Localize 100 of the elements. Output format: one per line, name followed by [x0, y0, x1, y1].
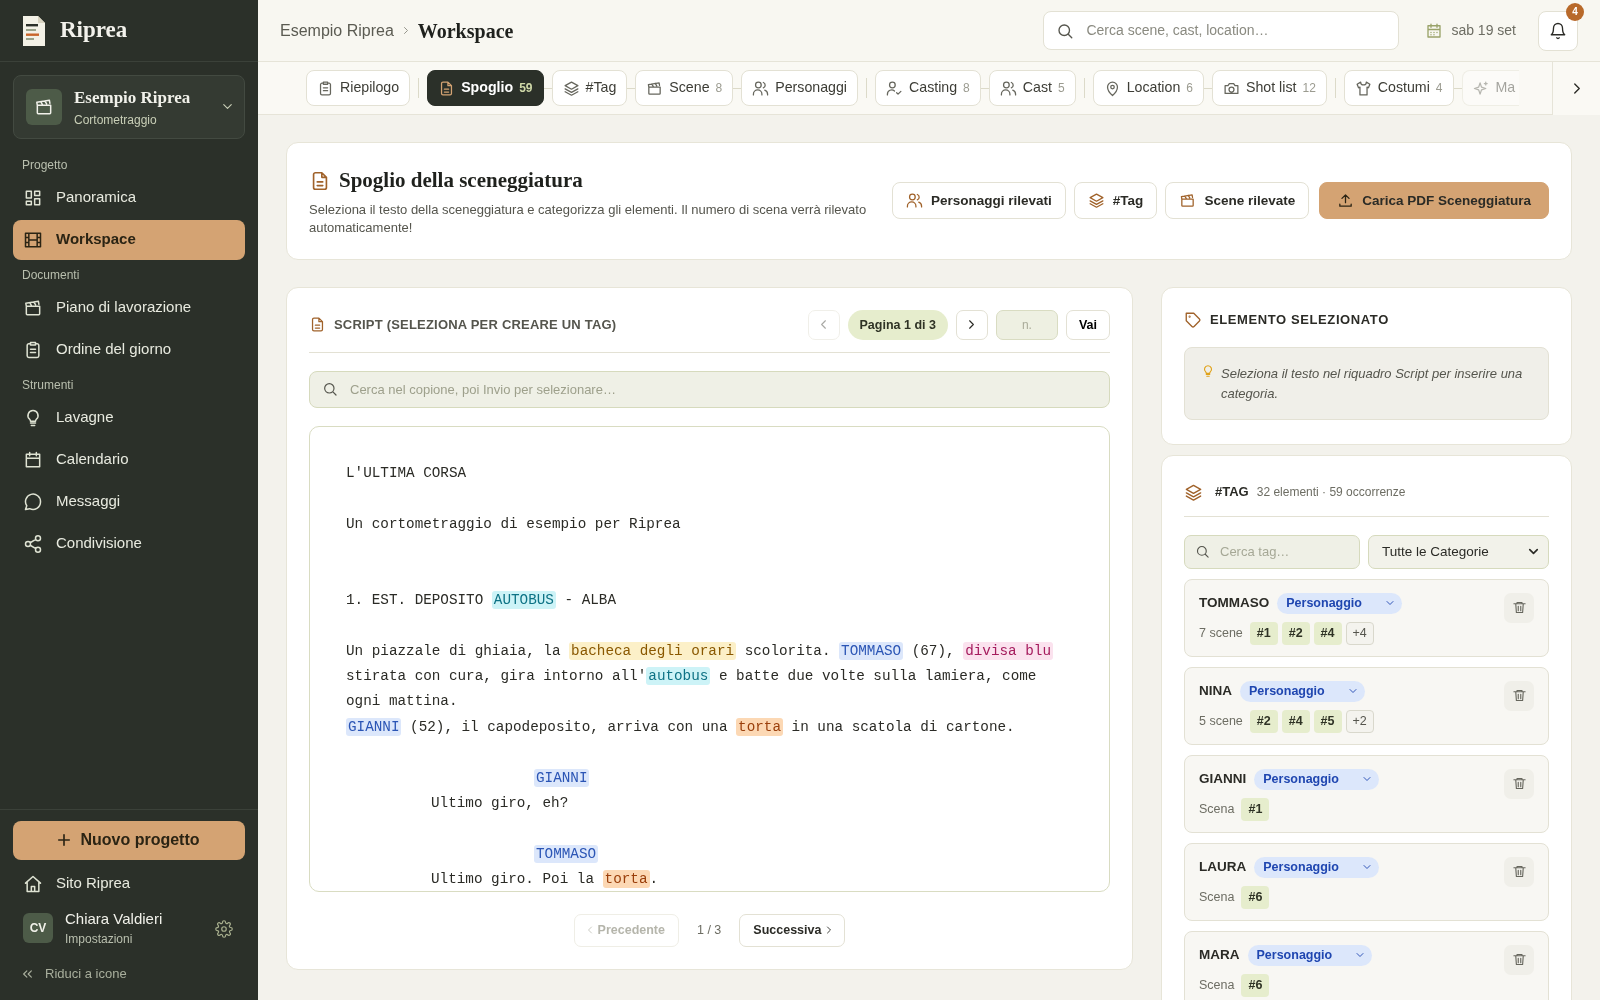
nav-item[interactable]: Panoramica: [13, 177, 245, 218]
scene-number: #4: [1281, 709, 1310, 733]
tagged-text[interactable]: TOMMASO: [534, 844, 599, 863]
nav-item[interactable]: Piano di lavorazione: [13, 287, 245, 328]
lightbulb-icon: [1201, 364, 1215, 379]
project-selector[interactable]: Esempio Riprea Cortometraggio: [13, 75, 245, 139]
action-button[interactable]: Carica PDF Sceneggiatura: [1319, 182, 1549, 220]
search-field[interactable]: Cerca scene, cast, location…: [1084, 19, 1387, 42]
category-dropdown[interactable]: Personaggio: [1254, 856, 1379, 878]
delete-button[interactable]: [1504, 944, 1534, 975]
tagged-text[interactable]: AUTOBUS: [491, 590, 556, 609]
category-dropdown[interactable]: Personaggio: [1277, 592, 1402, 614]
hint-text: Seleziona il testo nel riquadro Script per inserire una categoria.: [1221, 365, 1524, 403]
trash-icon: [1511, 776, 1527, 792]
category-dropdown[interactable]: Personaggio: [1247, 944, 1373, 966]
tab[interactable]: Location 6: [1092, 70, 1204, 106]
page-number-field[interactable]: n.: [995, 309, 1058, 340]
tagged-text[interactable]: torta: [602, 870, 650, 889]
scene-count: Scena: [1199, 800, 1235, 818]
scene-count: 7 scene: [1199, 624, 1243, 642]
collapse-link[interactable]: Riduci a icone: [13, 956, 245, 992]
action-button[interactable]: #Tag: [1073, 182, 1158, 220]
user-check-icon: [886, 79, 903, 97]
scene-number: #4: [1313, 621, 1342, 645]
delete-button[interactable]: [1504, 680, 1534, 711]
tag-summary: 32 elementi · 59 occorrenze: [1256, 484, 1406, 502]
user-avatar: CV: [23, 912, 53, 943]
chevron-down-icon: [1348, 689, 1357, 694]
action-button[interactable]: Scene rilevate: [1165, 182, 1310, 220]
trash-icon: [1511, 864, 1527, 880]
script-search-box[interactable]: Cerca nel copione, poi Invio per selezionare…: [309, 370, 1110, 408]
layers-icon: [562, 79, 580, 97]
nav-item[interactable]: Calendario: [13, 439, 245, 480]
user-name: Chiara Valdieri: [65, 908, 163, 929]
section-description: Seleziona il testo della sceneggiatura e categorizza gli elementi. Il numero di scena verrà rilevato automaticamente!: [309, 200, 868, 237]
scene-number: #1: [1241, 797, 1270, 821]
chevron-left-icon: [821, 320, 826, 330]
scene-number: #6: [1241, 885, 1270, 909]
tab[interactable]: Shot list 12: [1212, 70, 1327, 106]
panel-title: ELEMENTO SELEZIONATO: [1210, 310, 1389, 329]
tab[interactable]: Spoglio 59: [427, 70, 544, 106]
tagged-text[interactable]: divisa blu: [963, 641, 1053, 660]
more-count: +4: [1345, 621, 1374, 645]
tagged-text[interactable]: autobus: [646, 667, 711, 686]
search-box[interactable]: Cerca scene, cast, location…: [1043, 11, 1400, 50]
notification-badge: 4: [1566, 2, 1584, 21]
users-icon: [906, 192, 924, 210]
nav-item[interactable]: Messaggi: [13, 481, 245, 522]
next-button[interactable]: Successiva: [739, 913, 846, 947]
nav-item[interactable]: Condivisione: [13, 523, 245, 564]
nav-item[interactable]: Workspace: [13, 219, 245, 260]
tab[interactable]: #Tag: [551, 70, 628, 106]
search-icon: [1056, 21, 1075, 40]
trash-icon: [1511, 600, 1527, 616]
delete-button[interactable]: [1504, 856, 1534, 887]
nav-item[interactable]: Lavagne: [13, 397, 245, 438]
tag-search-box[interactable]: Cerca tag…: [1184, 534, 1360, 569]
page-counter: 1 / 3: [697, 922, 722, 939]
category-dropdown[interactable]: Personaggio: [1240, 680, 1365, 702]
nav-item[interactable]: Ordine del giorno: [13, 329, 245, 370]
tab[interactable]: Cast 5: [988, 70, 1076, 106]
category-dropdown[interactable]: Personaggio: [1254, 768, 1379, 790]
script-text: 1. EST. DEPOSITO: [346, 591, 485, 608]
delete-button[interactable]: [1504, 592, 1534, 623]
tagged-text[interactable]: torta: [736, 717, 783, 736]
tagged-text[interactable]: GIANNI: [346, 717, 402, 736]
scene-number: #2: [1249, 709, 1278, 733]
tab[interactable]: Riepilogo: [306, 70, 411, 106]
settings-label: Impostazioni: [65, 931, 134, 948]
tab[interactable]: Costumi 4: [1343, 70, 1454, 106]
tag-search-field[interactable]: Cerca tag…: [1218, 541, 1338, 563]
sparkles-icon: [1472, 79, 1490, 97]
tab[interactable]: Scene 8: [635, 70, 734, 106]
breadcrumb-link[interactable]: Esempio Riprea: [280, 18, 394, 43]
script-text: ogni mattina.: [346, 693, 458, 710]
action-button[interactable]: Personaggi rilevati: [892, 182, 1066, 220]
trash-icon: [1511, 688, 1527, 704]
category-dropdown[interactable]: Tutte le Categorie: [1368, 534, 1549, 569]
script-text: scolorita.: [743, 642, 832, 659]
site-link[interactable]: Sito Riprea: [13, 863, 245, 904]
script-text: Ultimo giro. Poi la: [431, 871, 595, 888]
go-button[interactable]: Vai: [1065, 309, 1110, 340]
delete-button[interactable]: [1504, 768, 1534, 799]
clipboard-icon: [317, 79, 334, 97]
tagged-text[interactable]: bacheca degli orari: [569, 641, 737, 660]
tagged-text[interactable]: TOMMASO: [839, 641, 904, 660]
tagged-text[interactable]: GIANNI: [534, 768, 590, 787]
tab[interactable]: Casting 8: [875, 70, 981, 106]
script-search-field[interactable]: Cerca nel copione, poi Invio per selezionare…: [348, 378, 1097, 401]
chevron-left-icon: [587, 926, 592, 935]
chevron-right-icon: [827, 926, 832, 935]
new-project-button[interactable]: Nuovo progetto: [13, 820, 245, 860]
tab[interactable]: Personaggi: [741, 70, 858, 106]
share-icon: [23, 533, 43, 554]
scene-number: #2: [1281, 621, 1310, 645]
chevron-down-icon: [1356, 953, 1365, 958]
script-text: in una scatola di cartone.: [790, 718, 1015, 735]
page-title: Workspace: [417, 18, 514, 45]
layers-icon: [1087, 192, 1105, 210]
scene-count: 5 scene: [1199, 712, 1243, 730]
